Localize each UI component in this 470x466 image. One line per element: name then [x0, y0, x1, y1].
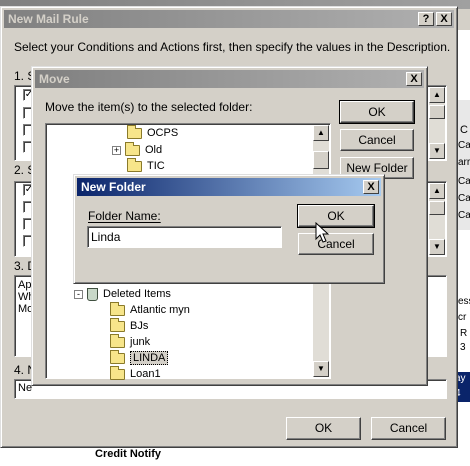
scroll-up-icon[interactable]: ▲ [429, 183, 445, 199]
close-button[interactable]: X [363, 180, 379, 194]
tree-item-label: OCPS [147, 127, 179, 139]
folder-icon [125, 141, 140, 156]
background-fragment: arri [458, 157, 470, 168]
background-fragment: Car [458, 176, 470, 187]
scroll-down-icon[interactable]: ▼ [429, 239, 445, 255]
scroll-up-icon[interactable]: ▲ [429, 87, 445, 103]
tree-item-junk[interactable]: junk [110, 333, 151, 350]
description-line: Ap [18, 279, 32, 291]
tree-item-tic[interactable]: TIC [127, 157, 165, 174]
tree-item-bjs[interactable]: BJs [110, 317, 149, 334]
tree-item-deleted-items[interactable]: - Deleted Items [74, 286, 171, 302]
tree-item-old[interactable]: + Old [112, 141, 163, 158]
background-fragment: 3 [460, 342, 466, 353]
folder-icon [127, 124, 142, 139]
tree-item-label: BJs [130, 320, 149, 332]
tree-item-label: Atlantic myn [130, 304, 190, 316]
folder-name-label: Folder Name: [88, 209, 161, 223]
ok-button[interactable]: OK [286, 417, 361, 440]
folder-icon [110, 333, 125, 348]
new-mail-rule-titlebar: New Mail Rule ? X [4, 10, 454, 28]
mouse-cursor-icon [315, 222, 329, 243]
tree-item-label: junk [130, 336, 151, 348]
background-fragment: Car [458, 210, 470, 221]
tree-item-label: Loan1 [130, 368, 161, 380]
tree-item-loan1[interactable]: Loan1 [110, 365, 161, 382]
rule-name-value: Ne [18, 382, 33, 394]
new-mail-rule-title: New Mail Rule [8, 12, 89, 26]
background-fragment: Car [458, 193, 470, 204]
tree-item-label: TIC [147, 160, 165, 172]
scroll-up-icon[interactable]: ▲ [313, 125, 329, 141]
cancel-button[interactable]: Cancel [371, 417, 446, 440]
move-title: Move [39, 72, 70, 86]
ok-button[interactable]: OK [297, 204, 375, 228]
tree-item-label: LINDA [130, 351, 169, 365]
help-button[interactable]: ? [418, 12, 434, 26]
ok-button[interactable]: OK [339, 100, 415, 124]
new-folder-title: New Folder [81, 180, 146, 194]
folder-icon [110, 301, 125, 316]
folder-icon [110, 317, 125, 332]
background-fragment: R [460, 328, 468, 339]
background-fragment: Car [458, 140, 470, 151]
new-folder-dialog: New Folder X Folder Name: Linda OK Cance… [73, 174, 385, 284]
folder-icon [110, 349, 125, 364]
tree-item-atlantic-myn[interactable]: Atlantic myn [110, 301, 190, 318]
scroll-down-icon[interactable]: ▼ [313, 361, 329, 377]
folder-icon [110, 365, 125, 380]
cancel-button[interactable]: Cancel [340, 129, 414, 151]
tree-item-linda[interactable]: LINDA [110, 349, 169, 366]
background-fragment: Credit Notify [95, 448, 161, 460]
expand-icon[interactable]: + [112, 145, 121, 155]
tree-item-label: Deleted Items [103, 288, 171, 300]
scroll-down-icon[interactable]: ▼ [429, 143, 445, 159]
tree-item-ocps[interactable]: OCPS [127, 124, 179, 141]
folder-name-input[interactable]: Linda [87, 226, 282, 248]
background-fragment: C [460, 124, 468, 136]
conditions-scrollbar[interactable]: ▲ ▼ [429, 87, 445, 159]
cancel-button[interactable]: Cancel [298, 233, 374, 255]
trash-icon [87, 287, 98, 301]
new-folder-titlebar: New Folder X [77, 178, 381, 196]
folder-name-value: Linda [91, 230, 121, 244]
actions-scrollbar[interactable]: ▲ ▼ [429, 183, 445, 255]
rule-instructions: Select your Conditions and Actions first… [14, 40, 451, 54]
tree-item-label: Old [145, 144, 163, 156]
folder-icon [127, 157, 142, 172]
close-button[interactable]: X [406, 72, 422, 86]
move-instruction: Move the item(s) to the selected folder: [45, 100, 253, 114]
close-button[interactable]: X [436, 12, 452, 26]
background-bottom-strip [0, 448, 470, 466]
background-fragment: cr [458, 312, 467, 323]
background-fragment: ess [458, 296, 470, 307]
move-titlebar: Move X [35, 70, 424, 88]
scroll-thumb[interactable] [313, 151, 329, 169]
collapse-icon[interactable]: - [74, 289, 83, 299]
scroll-thumb[interactable] [429, 201, 445, 215]
scroll-thumb[interactable] [429, 105, 445, 119]
